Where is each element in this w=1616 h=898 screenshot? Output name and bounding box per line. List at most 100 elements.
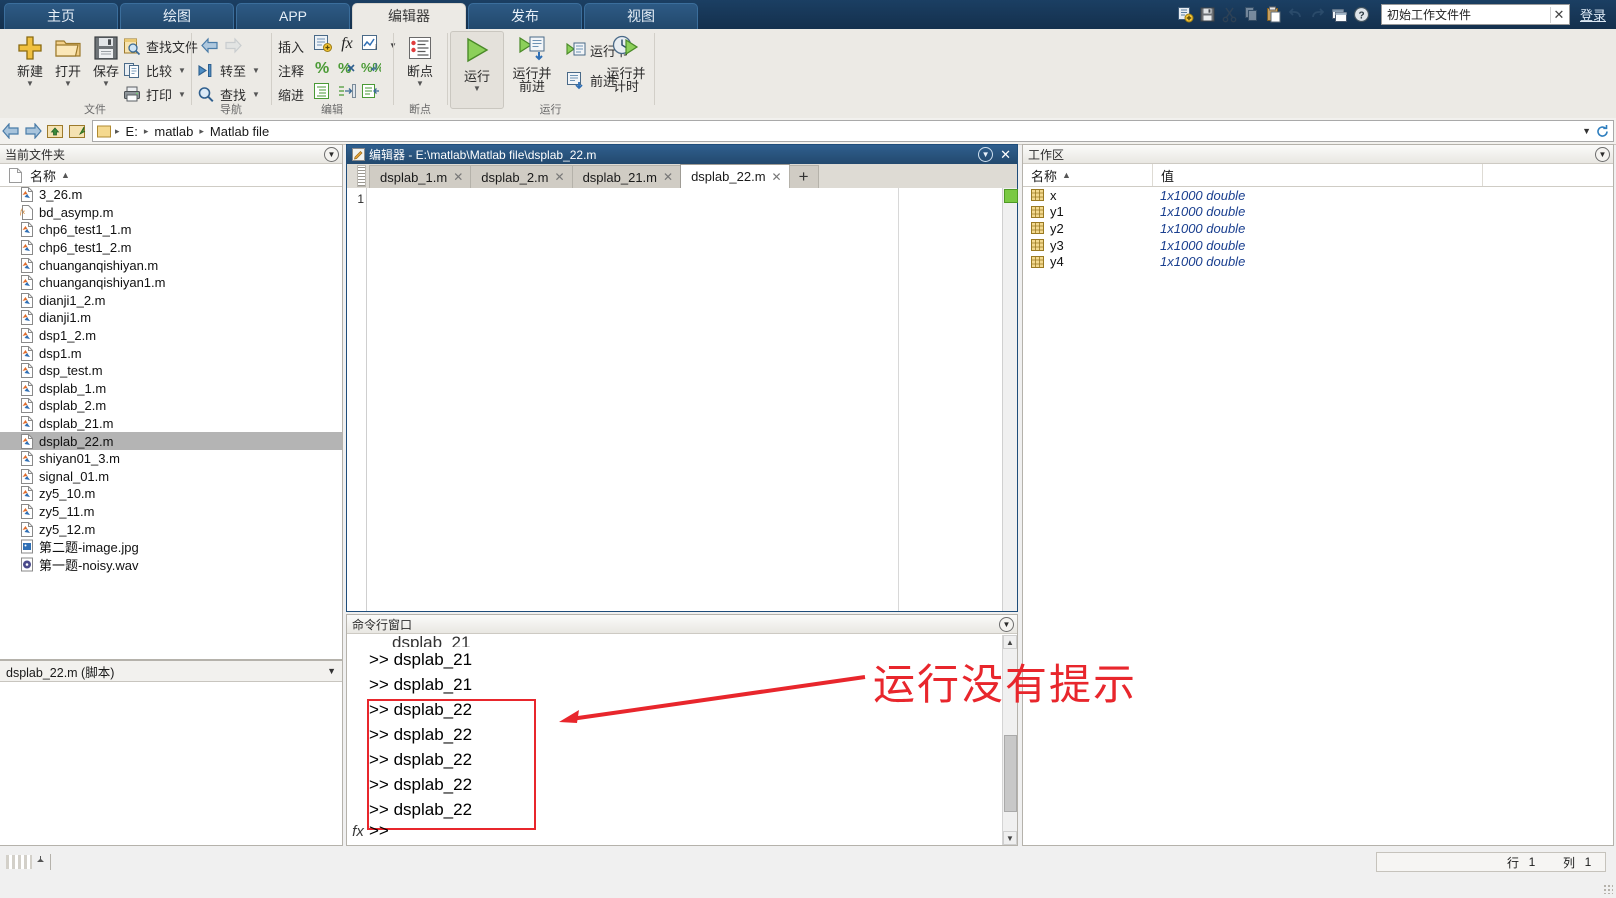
- file-list-item[interactable]: dianji1_2.m: [0, 292, 342, 310]
- editor-tab-grip[interactable]: [357, 165, 366, 187]
- comment-percent-icon[interactable]: %: [312, 57, 334, 78]
- uncomment-icon[interactable]: %: [336, 57, 358, 78]
- file-list-item[interactable]: zy5_11.m: [0, 503, 342, 521]
- workspace-variable-row[interactable]: y3 1x1000 double: [1023, 237, 1613, 254]
- file-list-item[interactable]: dsplab_22.m: [0, 432, 342, 450]
- panel-options-icon[interactable]: ▼: [324, 147, 339, 162]
- close-icon[interactable]: ✕: [663, 170, 673, 184]
- workspace-col-value[interactable]: 值: [1153, 164, 1483, 186]
- file-list-item[interactable]: 3_26.m: [0, 186, 342, 204]
- file-list[interactable]: 3_26.m fx bd_asymp.m chp6_test1_1.m chp6_tes…: [0, 186, 342, 659]
- indent-right-icon[interactable]: [336, 81, 358, 102]
- editor-code-area[interactable]: [367, 188, 1002, 611]
- workspace-variable-row[interactable]: y1 1x1000 double: [1023, 204, 1613, 221]
- signin-link[interactable]: 登录: [1580, 5, 1606, 24]
- breadcrumb-segment-matlab[interactable]: matlab: [151, 124, 196, 139]
- file-list-item[interactable]: chuanganqishiyan1.m: [0, 274, 342, 292]
- editor-scrollbar[interactable]: [1002, 188, 1018, 611]
- insert-block-icon[interactable]: [312, 33, 334, 54]
- file-list-item[interactable]: dsplab_2.m: [0, 397, 342, 415]
- wrap-comment-icon[interactable]: %%: [360, 57, 382, 78]
- breadcrumb-dropdown-icon[interactable]: ▼: [1582, 121, 1591, 141]
- nav-forward-icon[interactable]: [22, 120, 44, 142]
- find-files-button[interactable]: 查找文件: [122, 35, 198, 57]
- file-list-item[interactable]: dianji1.m: [0, 309, 342, 327]
- goto-button[interactable]: 转至 ▼: [196, 59, 260, 81]
- scroll-thumb[interactable]: [1004, 735, 1017, 812]
- chevron-down-icon[interactable]: ▼: [327, 666, 336, 676]
- window-resize-grip[interactable]: [1603, 884, 1613, 894]
- close-icon[interactable]: ✕: [453, 170, 463, 184]
- file-list-item[interactable]: fx bd_asymp.m: [0, 204, 342, 222]
- insert-plot-icon[interactable]: i: [360, 33, 382, 54]
- path-breadcrumb[interactable]: ▸ E: ▸ matlab ▸ Matlab file ▼: [92, 120, 1614, 142]
- workspace-variable-list[interactable]: x 1x1000 double y1 1x1000 double y2 1x1000 do…: [1023, 187, 1613, 845]
- smart-indent-icon[interactable]: [312, 81, 334, 102]
- ribbon-tab-editor[interactable]: 编辑器: [352, 3, 466, 29]
- file-list-item[interactable]: shiyan01_3.m: [0, 450, 342, 468]
- chevron-down-icon[interactable]: ▼: [178, 66, 186, 75]
- chevron-down-icon[interactable]: ▼: [252, 66, 260, 75]
- sort-asc-icon[interactable]: ▲: [61, 170, 70, 180]
- breadcrumb-segment-folder[interactable]: Matlab file: [207, 124, 272, 139]
- status-grip-icon[interactable]: [6, 855, 32, 869]
- panel-options-icon[interactable]: ▼: [999, 617, 1014, 632]
- ribbon-tab-apps[interactable]: APP: [236, 3, 350, 29]
- editor-tab-dsplab-2[interactable]: dsplab_2.m ✕: [470, 165, 573, 188]
- search-input[interactable]: 初始工作文件件 ✕: [1380, 4, 1570, 25]
- file-list-item[interactable]: dsplab_21.m: [0, 415, 342, 433]
- name-column-label[interactable]: 名称: [30, 166, 56, 185]
- ribbon-tab-plots[interactable]: 绘图: [120, 3, 234, 29]
- file-list-item[interactable]: signal_01.m: [0, 468, 342, 486]
- breadcrumb-refresh-icon[interactable]: [1595, 121, 1610, 141]
- file-list-item[interactable]: chp6_test1_2.m: [0, 239, 342, 257]
- ribbon-tab-home[interactable]: 主页: [4, 3, 118, 29]
- file-list-item[interactable]: zy5_10.m: [0, 485, 342, 503]
- editor-tab-dsplab-22[interactable]: dsplab_22.m ✕: [680, 164, 790, 188]
- chevron-down-icon[interactable]: ▼: [178, 90, 186, 99]
- compare-button[interactable]: 比较 ▼: [122, 59, 186, 81]
- indent-left-icon[interactable]: [360, 81, 382, 102]
- ribbon-tab-view[interactable]: 视图: [584, 3, 698, 29]
- run-and-time-button[interactable]: 运行并 计时: [600, 31, 652, 93]
- breadcrumb-segment-drive[interactable]: E:: [123, 124, 141, 139]
- fx-icon[interactable]: fx: [336, 33, 358, 54]
- scroll-down-icon[interactable]: ▼: [1003, 831, 1017, 845]
- run-advance-button[interactable]: 运行并 前进: [504, 31, 560, 93]
- search-clear-icon[interactable]: ✕: [1549, 6, 1567, 23]
- close-icon[interactable]: ✕: [772, 170, 782, 184]
- back-arrow-icon[interactable]: [198, 35, 220, 56]
- command-prompt-row[interactable]: fx >>: [347, 819, 389, 843]
- editor-tab-dsplab-1[interactable]: dsplab_1.m ✕: [369, 165, 472, 188]
- breakpoints-button[interactable]: 断点 ▼: [394, 33, 446, 89]
- panel-options-icon[interactable]: ▼: [1595, 147, 1610, 162]
- fx-icon[interactable]: fx: [347, 823, 369, 840]
- new-tab-button[interactable]: +: [788, 165, 819, 188]
- workspace-col-name[interactable]: 名称 ▲: [1023, 164, 1153, 186]
- scroll-up-icon[interactable]: ▲: [1003, 635, 1017, 649]
- chevron-down-icon[interactable]: ▼: [252, 90, 260, 99]
- workspace-variable-row[interactable]: x 1x1000 double: [1023, 187, 1613, 204]
- layout-icon[interactable]: [1330, 5, 1349, 24]
- paste-icon[interactable]: [1264, 5, 1283, 24]
- new-script-icon[interactable]: [1176, 5, 1195, 24]
- workspace-variable-row[interactable]: y4 1x1000 double: [1023, 253, 1613, 270]
- status-pin-icon[interactable]: [35, 855, 46, 869]
- file-list-item[interactable]: 第二题-image.jpg: [0, 538, 342, 556]
- chevron-down-icon[interactable]: ▼: [394, 79, 446, 89]
- file-details-header[interactable]: dsplab_22.m (脚本) ▼: [0, 661, 342, 682]
- file-list-item[interactable]: dsp1.m: [0, 344, 342, 362]
- file-list-item[interactable]: dsplab_1.m: [0, 380, 342, 398]
- file-list-item[interactable]: chuanganqishiyan.m: [0, 256, 342, 274]
- comment-label[interactable]: 注释: [278, 61, 304, 80]
- file-list-item[interactable]: zy5_12.m: [0, 520, 342, 538]
- file-list-item[interactable]: 第一题-noisy.wav: [0, 555, 342, 573]
- editor-options-icon[interactable]: ▼: [978, 147, 994, 162]
- close-icon[interactable]: ✕: [555, 170, 565, 184]
- file-list-item[interactable]: chp6_test1_1.m: [0, 221, 342, 239]
- file-list-item[interactable]: dsp1_2.m: [0, 327, 342, 345]
- chevron-down-icon[interactable]: ▼: [451, 84, 503, 94]
- run-button[interactable]: 运行 ▼: [450, 31, 504, 109]
- save-icon[interactable]: [1198, 5, 1217, 24]
- ribbon-tab-publish[interactable]: 发布: [468, 3, 582, 29]
